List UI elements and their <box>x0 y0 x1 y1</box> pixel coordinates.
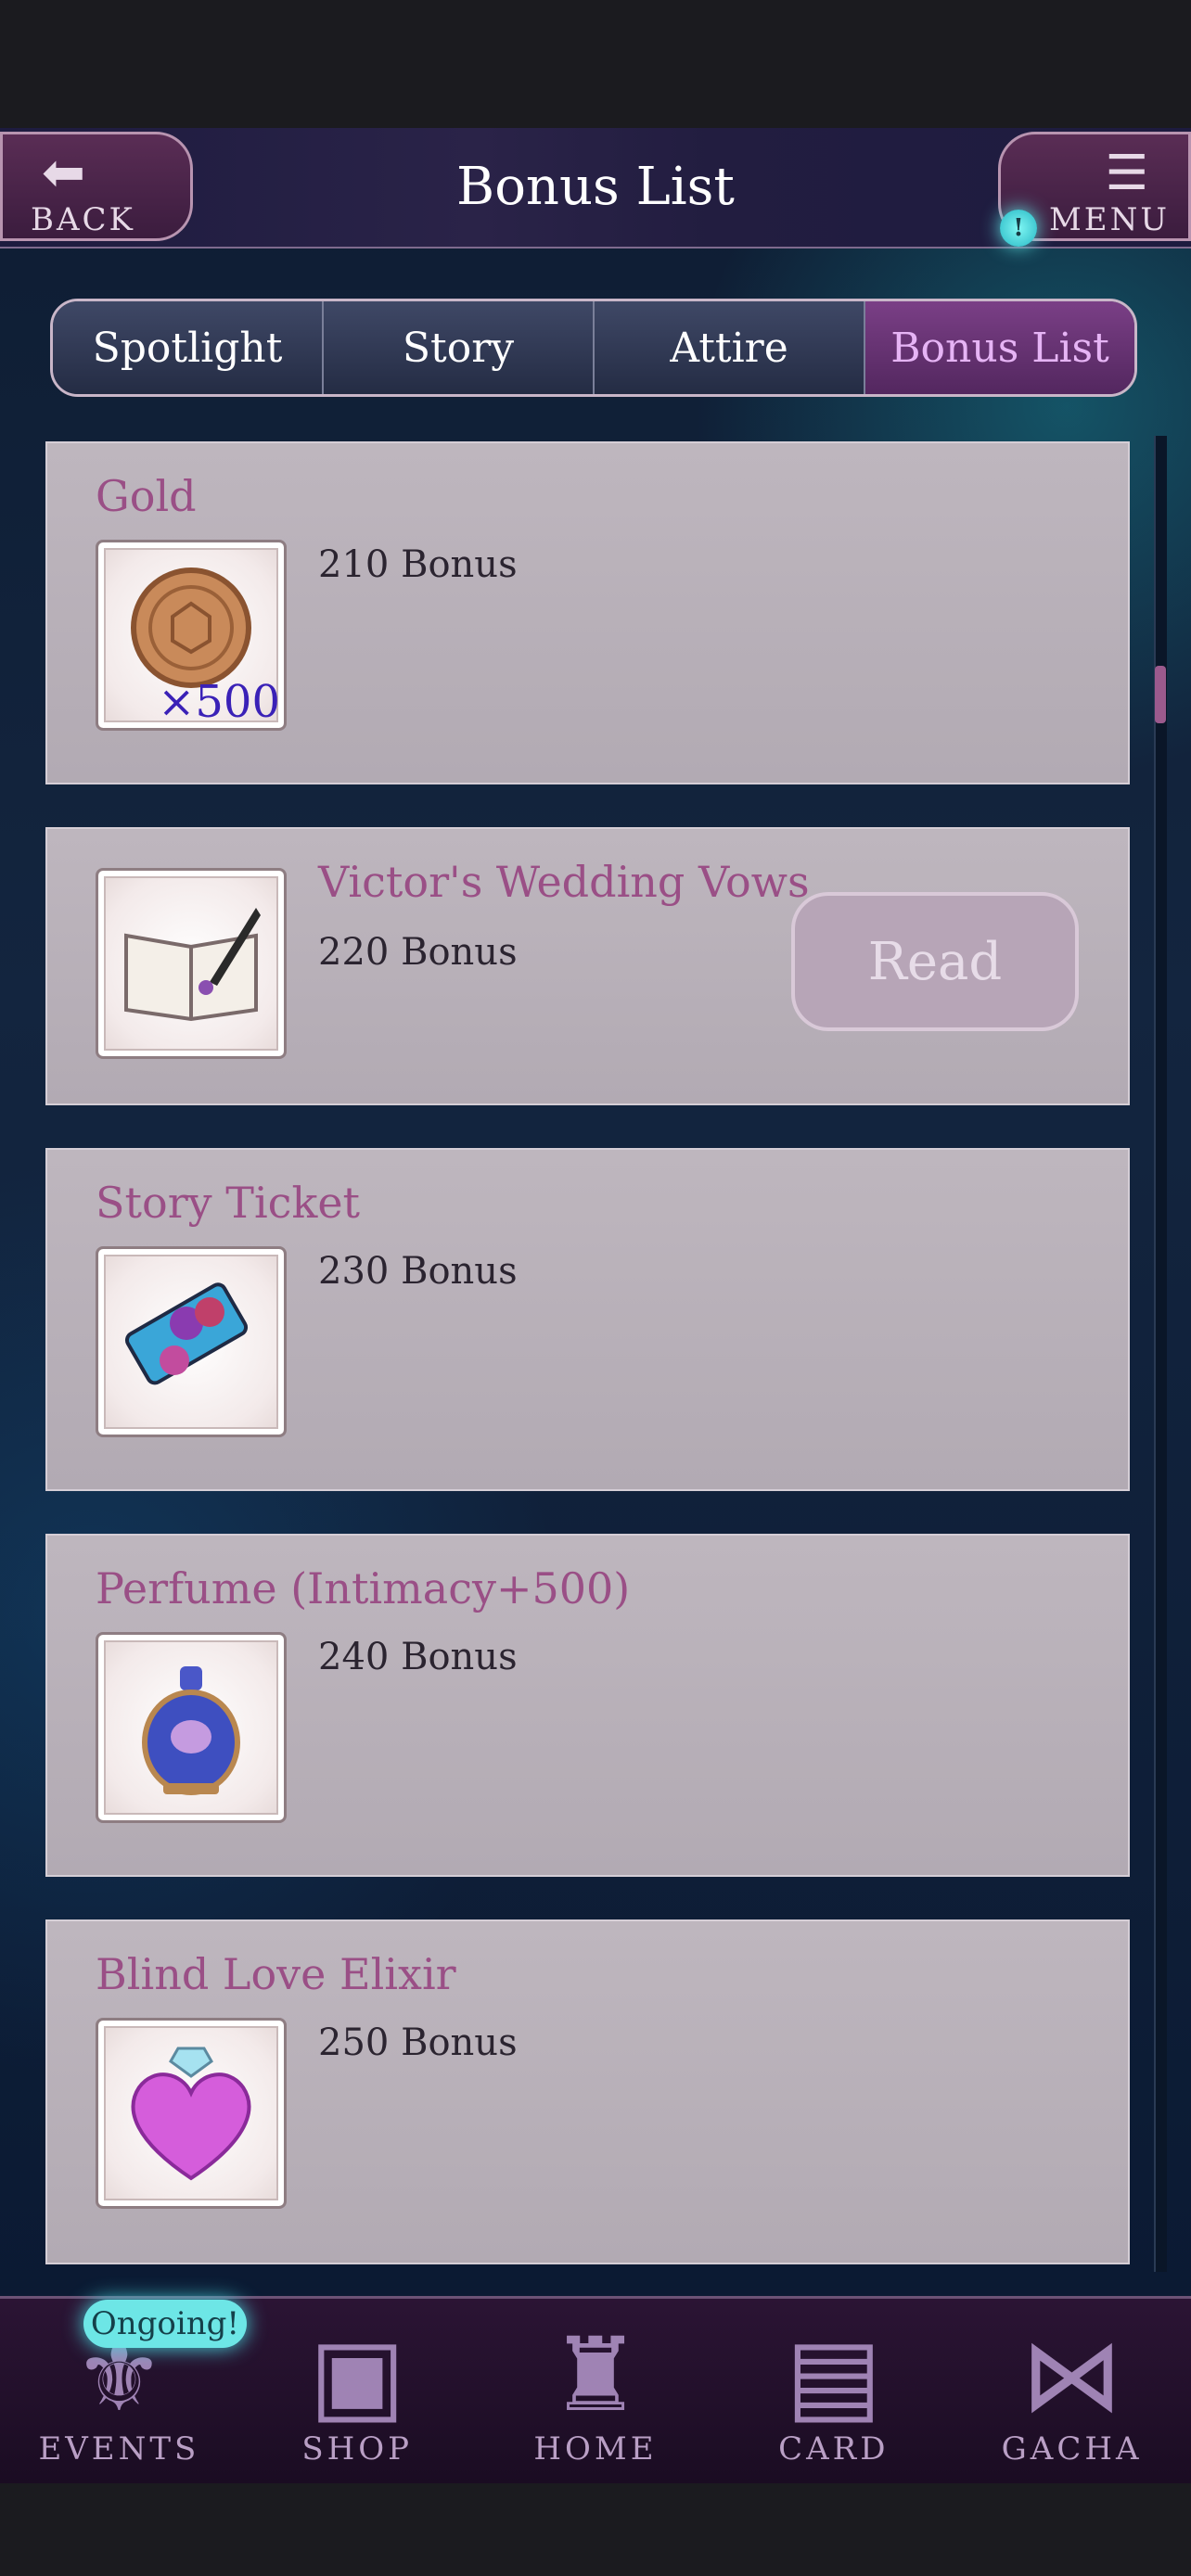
scrollbar-thumb[interactable] <box>1155 666 1166 723</box>
item-bonus: 230 Bonus <box>318 1250 518 1293</box>
list-item: Blind Love Elixir 250 Bonus <box>45 1919 1130 2264</box>
item-name: Blind Love Elixir <box>96 1949 456 1999</box>
list-item: Perfume (Intimacy+500) 240 Bonus <box>45 1534 1130 1877</box>
item-name: Story Ticket <box>96 1178 361 1228</box>
perfume-bottle-icon <box>96 1632 287 1823</box>
heart-elixir-icon <box>96 2018 287 2209</box>
nav-label: EVENTS <box>38 2430 200 2468</box>
menu-list-icon: ☰ <box>1105 146 1151 201</box>
item-bonus: 210 Bonus <box>318 543 518 586</box>
tab-bonus-list[interactable]: Bonus List <box>865 301 1134 394</box>
rose-ticket-icon <box>96 1246 287 1437</box>
nav-shop[interactable]: ▣ SHOP <box>238 2299 477 2486</box>
shop-sign-icon: ▣ <box>309 2315 406 2434</box>
item-bonus: 240 Bonus <box>318 1636 518 1678</box>
bonus-list[interactable]: Gold ×500 210 Bonus Victor's Wedding Vow… <box>45 441 1130 2264</box>
nav-label: SHOP <box>301 2430 414 2468</box>
nav-gacha[interactable]: ⋈ GACHA <box>953 2299 1191 2486</box>
tab-spotlight[interactable]: Spotlight <box>53 301 324 394</box>
item-bonus: 220 Bonus <box>318 931 518 974</box>
list-item: Gold ×500 210 Bonus <box>45 441 1130 784</box>
item-quantity: ×500 <box>158 676 280 728</box>
ongoing-badge: Ongoing! <box>83 2300 247 2348</box>
nav-home[interactable]: ♜ HOME <box>477 2299 715 2486</box>
butterfly-icon: ⋈ <box>1020 2315 1123 2434</box>
home-indicator-area <box>0 2483 1191 2576</box>
gold-coin-icon: ×500 <box>96 540 287 731</box>
item-name: Victor's Wedding Vows <box>318 857 810 907</box>
read-button[interactable]: Read <box>791 892 1079 1031</box>
tab-attire[interactable]: Attire <box>595 301 865 394</box>
tab-bar: Spotlight Story Attire Bonus List <box>50 299 1137 397</box>
item-name: Perfume (Intimacy+500) <box>96 1563 631 1613</box>
tab-story[interactable]: Story <box>324 301 595 394</box>
item-bonus: 250 Bonus <box>318 2021 518 2064</box>
back-label: BACK <box>31 201 135 238</box>
status-bar-area <box>0 0 1191 128</box>
nav-card[interactable]: ▤ CARD <box>714 2299 953 2486</box>
nav-label: GACHA <box>1001 2430 1143 2468</box>
list-item: Victor's Wedding Vows 220 Bonus Read <box>45 827 1130 1105</box>
menu-label: MENU <box>1048 201 1170 238</box>
nav-label: HOME <box>533 2430 658 2468</box>
back-arrow-icon: ⬅ <box>42 143 88 203</box>
back-button[interactable]: ⬅ BACK <box>0 132 193 241</box>
item-name: Gold <box>96 471 197 521</box>
book-quill-icon <box>96 868 287 1059</box>
list-item: Story Ticket 230 Bonus <box>45 1148 1130 1491</box>
castle-icon: ♜ <box>549 2315 642 2434</box>
cards-icon: ▤ <box>785 2315 882 2434</box>
nav-label: CARD <box>778 2430 890 2468</box>
menu-notification-badge: ! <box>1000 210 1037 247</box>
